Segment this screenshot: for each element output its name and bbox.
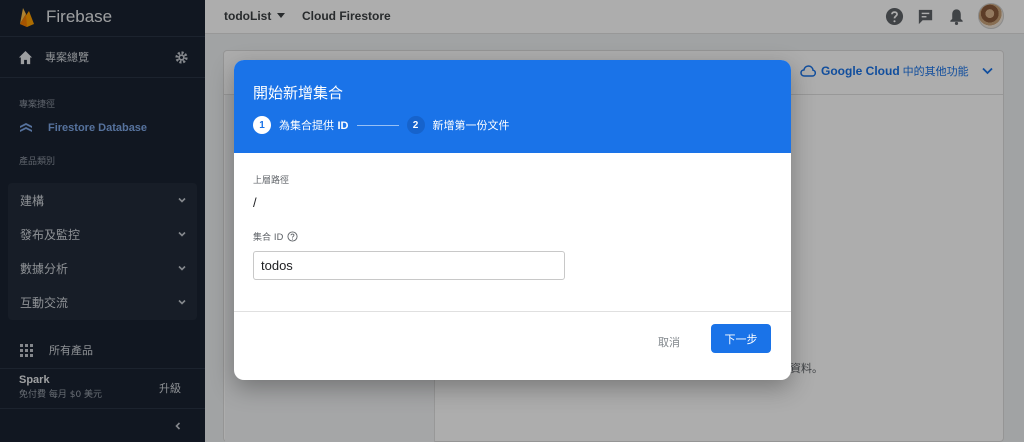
dialog-title: 開始新增集合 [253,84,344,102]
step-1-number: 1 [253,116,271,134]
cancel-button[interactable]: 取消 [658,334,680,350]
parent-path-value: / [253,195,257,210]
dialog-body: 上層路徑 / 集合 ID [234,153,791,312]
collection-id-input[interactable] [253,251,565,280]
step-1-label: 為集合提供 ID [279,117,349,133]
parent-path-label: 上層路徑 [253,176,290,186]
step-1-label-suffix: ID [337,120,349,132]
collection-id-label-text: 集合 ID [253,233,284,243]
start-collection-dialog: 開始新增集合 1 為集合提供 ID 2 新增第一份文件 上層路徑 / 集合 ID… [234,60,791,380]
help-outline-icon[interactable] [287,231,298,242]
step-1-label-main: 為集合提供 [279,119,334,132]
dialog-footer: 取消 下一步 [234,312,791,380]
collection-id-label: 集合 ID [253,230,772,243]
dialog-header: 開始新增集合 1 為集合提供 ID 2 新增第一份文件 [234,60,791,153]
step-2-label: 新增第一份文件 [432,119,510,132]
step-2-number: 2 [406,116,425,134]
stepper: 1 為集合提供 ID 2 新增第一份文件 [253,116,791,134]
next-button[interactable]: 下一步 [711,324,771,353]
step-connector [356,124,399,126]
